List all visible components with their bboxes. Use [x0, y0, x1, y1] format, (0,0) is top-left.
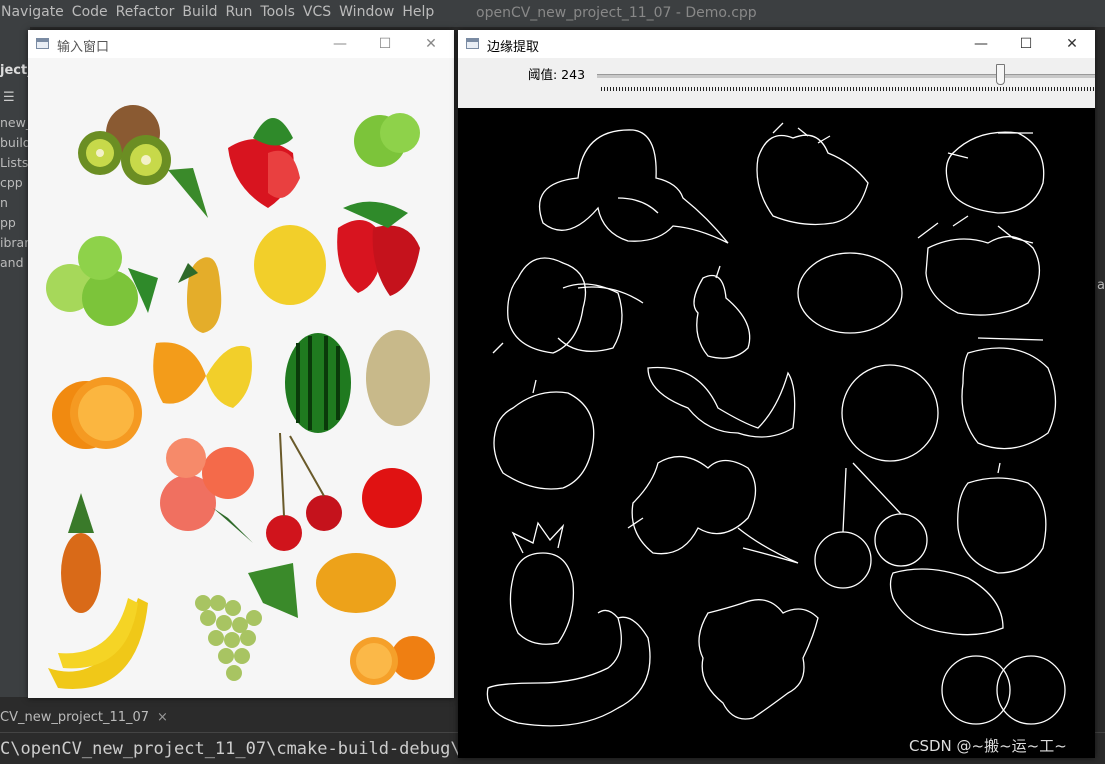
orange-halves-icon [350, 636, 435, 685]
ide-editor-strip: a [1095, 108, 1105, 708]
lemon-edge-icon [797, 252, 903, 334]
strawberries-edge-icon [917, 215, 1040, 316]
orange-edge-icon [493, 379, 595, 490]
ide-project-panel: ject_ ☰ new_p build Lists. cpp n pp ibrari and [0, 27, 40, 707]
close-button[interactable]: ✕ [416, 34, 446, 54]
minimize-button[interactable]: — [966, 34, 996, 54]
close-button[interactable]: ✕ [1057, 34, 1087, 54]
peach-icon [160, 438, 254, 543]
menu-item-vcs[interactable]: VCS [301, 4, 337, 20]
menu-items: Navigate Code Refactor Build Run Tools VCS Wind… [0, 4, 440, 20]
orange-halves-edge-icon [647, 366, 796, 438]
strawberries-icon [337, 201, 420, 296]
ide-menubar: Navigate Code Refactor Build Run Tools VCS Wind… [0, 0, 1105, 27]
mango-icon [316, 553, 396, 613]
trackbar-ticks [601, 87, 1095, 91]
title-bar[interactable]: 边缘提取 — ☐ ✕ [458, 30, 1095, 58]
menu-item-navigate[interactable]: Navigate [0, 4, 70, 20]
minimize-button[interactable]: — [325, 34, 355, 54]
cherry-icon [266, 432, 342, 551]
banana-edge-icon [486, 609, 651, 727]
menu-item-tools[interactable]: Tools [258, 4, 301, 20]
menu-item-window[interactable]: Window [337, 4, 400, 20]
kiwi-icon [78, 105, 208, 218]
strawberry-edge-icon [756, 122, 869, 226]
green-apples-edge-icon [492, 257, 644, 354]
red-apple-edge-icon [957, 462, 1047, 574]
red-apple-icon [362, 468, 422, 528]
green-apples-icon [46, 236, 158, 326]
menu-item-help[interactable]: Help [400, 4, 440, 20]
green-apple-icon [354, 113, 420, 167]
input-window[interactable]: 输入窗口 — ☐ ✕ [28, 30, 454, 698]
melon-edge-icon [961, 337, 1057, 450]
orange-icon [52, 377, 142, 449]
fruit-image [28, 58, 454, 698]
strawberry-icon [228, 118, 300, 208]
pineapple-icon [61, 493, 101, 613]
pineapple-edge-icon [509, 521, 575, 645]
title-bar[interactable]: 输入窗口 — ☐ ✕ [28, 30, 454, 58]
edge-window[interactable]: 边缘提取 — ☐ ✕ 阈值: 243 [458, 30, 1095, 758]
banana-icon [48, 598, 148, 689]
melon-icon [366, 330, 430, 426]
pear-icon [178, 257, 222, 333]
fruit-image-svg [46, 105, 435, 689]
lemon-icon [254, 225, 326, 305]
maximize-button[interactable]: ☐ [1011, 34, 1041, 54]
trackbar-thumb[interactable] [996, 64, 1006, 85]
run-tab[interactable]: CV_new_project_11_07 × [0, 710, 168, 725]
edge-image [458, 108, 1095, 758]
mango-edge-icon [889, 568, 1004, 636]
pear-edge-icon [693, 265, 751, 359]
editor-char: a [1097, 278, 1105, 293]
green-apple-edge-icon [945, 131, 1045, 214]
window-title: 边缘提取 [487, 40, 540, 55]
menu-item-refactor[interactable]: Refactor [114, 4, 181, 20]
menu-item-run[interactable]: Run [224, 4, 259, 20]
ide-window-title: openCV_new_project_11_07 - Demo.cpp [476, 5, 757, 21]
lemon-half-icon [153, 342, 252, 408]
menu-item-code[interactable]: Code [70, 4, 114, 20]
watermelon-edge-icon [841, 364, 939, 462]
app-icon [36, 38, 49, 49]
collapse-icon[interactable]: ☰ [3, 90, 15, 105]
orange-halves2-edge-icon [941, 655, 1066, 725]
close-icon[interactable]: × [157, 710, 168, 725]
trackbar-track[interactable] [597, 74, 1095, 78]
watermark: CSDN @~搬~运~工~ [909, 737, 1067, 755]
run-tab-label: CV_new_project_11_07 [0, 710, 150, 725]
grapes-icon [195, 563, 298, 681]
menu-item-build[interactable]: Build [180, 4, 223, 20]
kiwi-edge-icon [538, 129, 729, 244]
edge-image-svg [486, 122, 1066, 727]
maximize-button[interactable]: ☐ [370, 34, 400, 54]
watermelon-icon [285, 333, 351, 433]
grapes-edge-icon [698, 599, 819, 720]
app-icon [466, 38, 479, 49]
trackbar-label: 阈值: 243 [528, 67, 586, 82]
peach-edge-icon [627, 456, 799, 564]
run-output-path: C\openCV_new_project_11_07\cmake-build-d… [0, 739, 471, 759]
window-title: 输入窗口 [57, 40, 110, 55]
